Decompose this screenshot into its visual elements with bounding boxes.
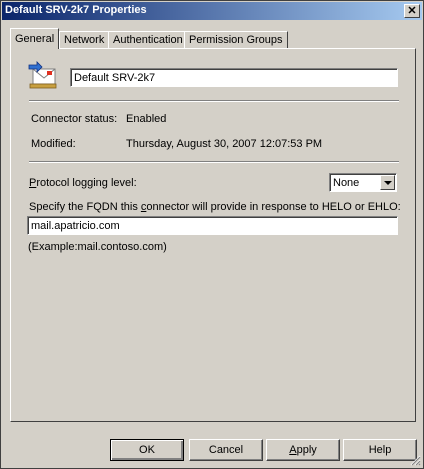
window-title: Default SRV-2k7 Properties: [5, 4, 147, 16]
tab-permission-groups-label: Permission Groups: [189, 34, 283, 46]
tab-authentication[interactable]: Authentication: [108, 31, 188, 48]
protocol-logging-value: None: [333, 177, 360, 189]
apply-button-label: pply: [296, 444, 317, 456]
fqdn-example: (Example:mail.contoso.com): [28, 241, 167, 253]
help-button[interactable]: Help: [343, 439, 417, 461]
connector-name-field[interactable]: [70, 68, 398, 87]
properties-dialog: Default SRV-2k7 Properties ✕ General Net…: [0, 0, 424, 469]
apply-accelerator: A: [289, 444, 297, 456]
fqdn-input[interactable]: [27, 216, 398, 235]
title-bar[interactable]: Default SRV-2k7 Properties ✕: [2, 2, 422, 20]
tab-permission-groups[interactable]: Permission Groups: [184, 31, 288, 48]
tab-general[interactable]: General: [10, 28, 60, 49]
general-tab-panel: Connector status: Enabled Modified: Thur…: [10, 48, 416, 422]
close-button[interactable]: ✕: [404, 4, 420, 18]
help-button-label: Help: [368, 444, 392, 456]
tab-network-label: Network: [64, 34, 105, 46]
protocol-logging-select[interactable]: None: [329, 173, 397, 192]
ok-button[interactable]: OK: [110, 439, 184, 461]
resize-grip-icon[interactable]: [409, 454, 421, 466]
modified-label: Modified:: [31, 138, 76, 150]
tab-authentication-label: Authentication: [113, 34, 183, 46]
apply-button[interactable]: Apply: [266, 439, 340, 461]
cancel-button[interactable]: Cancel: [189, 439, 263, 461]
fqdn-label-end: onnector will provide in response to HEL…: [146, 201, 401, 213]
tab-network[interactable]: Network: [59, 31, 110, 48]
modified-value: Thursday, August 30, 2007 12:07:53 PM: [126, 138, 323, 150]
chevron-down-icon[interactable]: [380, 175, 395, 190]
separator: [29, 161, 399, 163]
fqdn-label: Specify the FQDN this connector will pro…: [29, 201, 401, 213]
send-connector-icon: [28, 61, 57, 89]
protocol-logging-label: Protocol logging level:: [29, 177, 137, 189]
fqdn-label-start: Specify the FQDN this: [29, 201, 141, 213]
close-icon: ✕: [407, 5, 417, 17]
ok-button-label: OK: [139, 444, 155, 456]
connector-status-label: Connector status:: [31, 113, 118, 125]
separator: [29, 100, 399, 102]
tab-general-label: General: [15, 33, 55, 45]
cancel-button-label: Cancel: [208, 444, 244, 456]
protocol-logging-label-text: rotocol logging level:: [36, 177, 137, 189]
connector-status-value: Enabled: [126, 113, 167, 125]
